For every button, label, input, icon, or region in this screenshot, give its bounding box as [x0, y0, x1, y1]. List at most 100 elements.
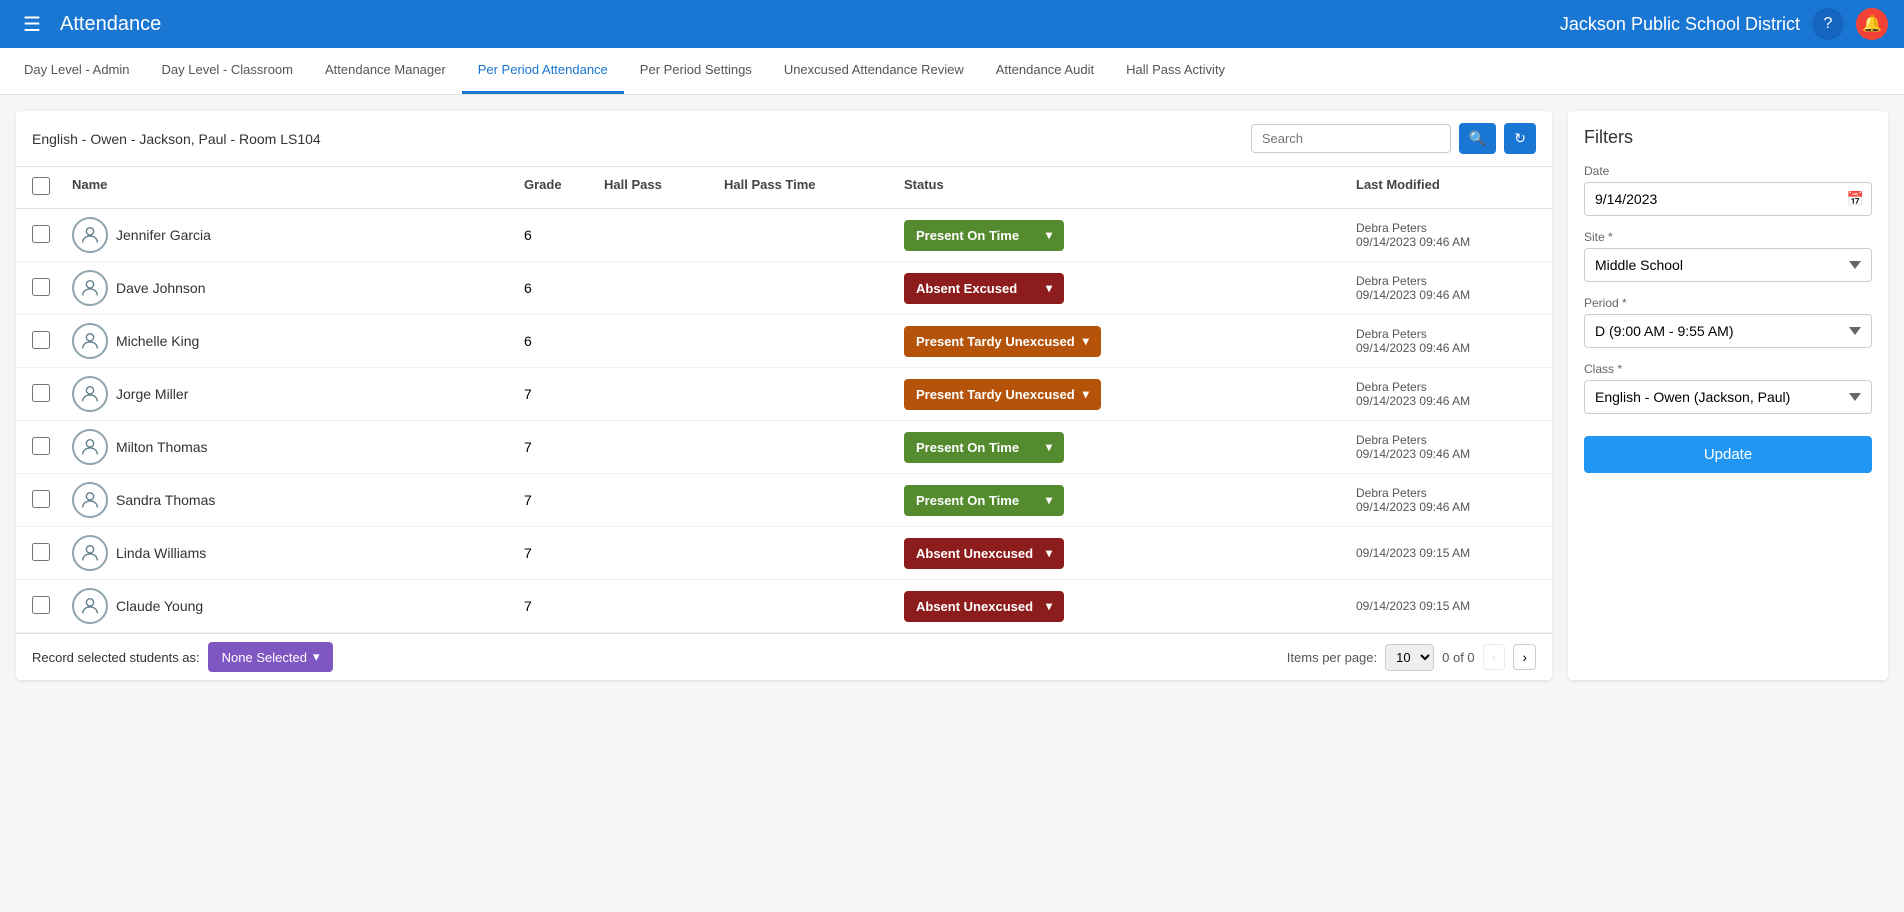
last-modified-by: Debra Peters [1356, 327, 1536, 341]
items-per-page-select[interactable]: 10 25 50 [1385, 644, 1434, 671]
row-checkbox-cell [32, 490, 72, 511]
last-modified-date: 09/14/2023 09:46 AM [1356, 235, 1536, 249]
avatar [72, 323, 108, 359]
items-per-page-label: Items per page: [1287, 650, 1377, 665]
status-button[interactable]: Present Tardy Unexcused ▾ [904, 379, 1101, 410]
last-modified-by: Debra Peters [1356, 221, 1536, 235]
tab-unexcused-attendance-review[interactable]: Unexcused Attendance Review [768, 48, 980, 94]
student-cell: Milton Thomas [72, 429, 524, 465]
calendar-icon: 📅 [1847, 191, 1864, 208]
last-modified-cell: 09/14/2023 09:15 AM [1356, 599, 1536, 613]
tab-per-period-attendance[interactable]: Per Period Attendance [462, 48, 624, 94]
status-button[interactable]: Present On Time ▾ [904, 432, 1064, 463]
filter-class-group: Class * English - Owen (Jackson, Paul) [1584, 362, 1872, 414]
row-checkbox[interactable] [32, 437, 50, 455]
status-button[interactable]: Absent Unexcused ▾ [904, 591, 1064, 622]
student-name: Claude Young [116, 598, 203, 614]
search-input[interactable] [1251, 124, 1451, 153]
student-name: Sandra Thomas [116, 492, 215, 508]
top-bar: ☰ Attendance Jackson Public School Distr… [0, 0, 1904, 48]
grade-cell: 7 [524, 386, 604, 402]
tab-day-level-classroom[interactable]: Day Level - Classroom [146, 48, 310, 94]
status-cell: Present Tardy Unexcused ▾ [904, 326, 1356, 357]
row-checkbox[interactable] [32, 278, 50, 296]
status-button[interactable]: Absent Unexcused ▾ [904, 538, 1064, 569]
last-modified-by: Debra Peters [1356, 433, 1536, 447]
table-row: Dave Johnson 6 Absent Excused ▾ Debra Pe… [16, 262, 1552, 315]
status-dropdown-icon: ▾ [1083, 387, 1089, 401]
update-button[interactable]: Update [1584, 436, 1872, 473]
last-modified-date: 09/14/2023 09:15 AM [1356, 599, 1536, 613]
prev-page-button[interactable]: ‹ [1483, 644, 1506, 670]
grade-cell: 6 [524, 280, 604, 296]
student-cell: Jennifer Garcia [72, 217, 524, 253]
last-modified-by: Debra Peters [1356, 380, 1536, 394]
status-cell: Absent Excused ▾ [904, 273, 1356, 304]
filter-site-label: Site * [1584, 230, 1872, 244]
table-row: Jennifer Garcia 6 Present On Time ▾ Debr… [16, 209, 1552, 262]
notification-button[interactable]: 🔔 [1856, 8, 1888, 40]
school-district-label: Jackson Public School District [1560, 14, 1800, 35]
hamburger-menu-button[interactable]: ☰ [16, 8, 48, 40]
help-button[interactable]: ? [1812, 8, 1844, 40]
row-checkbox-cell [32, 278, 72, 299]
avatar [72, 270, 108, 306]
row-checkbox[interactable] [32, 225, 50, 243]
grade-cell: 6 [524, 333, 604, 349]
filter-period-select[interactable]: D (9:00 AM - 9:55 AM) [1584, 314, 1872, 348]
select-all-checkbox[interactable] [32, 177, 50, 195]
filter-date-group: Date 📅 [1584, 164, 1872, 216]
search-icon: 🔍 [1469, 130, 1486, 146]
last-modified-cell: Debra Peters 09/14/2023 09:46 AM [1356, 327, 1536, 355]
app-title: Attendance [60, 13, 161, 36]
status-dropdown-icon: ▾ [1083, 334, 1089, 348]
status-button[interactable]: Present On Time ▾ [904, 220, 1064, 251]
next-page-button[interactable]: › [1513, 644, 1536, 670]
status-dropdown-icon: ▾ [1046, 546, 1052, 560]
page-info: 0 of 0 [1442, 650, 1475, 665]
main-content: English - Owen - Jackson, Paul - Room LS… [0, 95, 1904, 696]
table-header: Name Grade Hall Pass Hall Pass Time Stat… [16, 167, 1552, 209]
row-checkbox[interactable] [32, 490, 50, 508]
refresh-button[interactable]: ↻ [1504, 123, 1536, 154]
tab-hall-pass-activity[interactable]: Hall Pass Activity [1110, 48, 1241, 94]
row-checkbox[interactable] [32, 543, 50, 561]
search-button[interactable]: 🔍 [1459, 123, 1496, 154]
status-button[interactable]: Absent Excused ▾ [904, 273, 1064, 304]
filter-class-select[interactable]: English - Owen (Jackson, Paul) [1584, 380, 1872, 414]
row-checkbox-cell [32, 225, 72, 246]
filter-date-input[interactable] [1584, 182, 1872, 216]
tab-day-level-admin[interactable]: Day Level - Admin [8, 48, 146, 94]
student-cell: Michelle King [72, 323, 524, 359]
header-hall-pass: Hall Pass [604, 177, 724, 198]
grade-cell: 7 [524, 439, 604, 455]
table-row: Jorge Miller 7 Present Tardy Unexcused ▾… [16, 368, 1552, 421]
status-button[interactable]: Present On Time ▾ [904, 485, 1064, 516]
tab-attendance-audit[interactable]: Attendance Audit [980, 48, 1110, 94]
status-cell: Present Tardy Unexcused ▾ [904, 379, 1356, 410]
row-checkbox[interactable] [32, 331, 50, 349]
grade-cell: 7 [524, 598, 604, 614]
student-cell: Jorge Miller [72, 376, 524, 412]
row-checkbox[interactable] [32, 596, 50, 614]
filters-title: Filters [1584, 127, 1872, 148]
none-selected-button[interactable]: None Selected ▾ [208, 642, 334, 672]
status-dropdown-icon: ▾ [1046, 281, 1052, 295]
tab-attendance-manager[interactable]: Attendance Manager [309, 48, 462, 94]
tab-per-period-settings[interactable]: Per Period Settings [624, 48, 768, 94]
none-selected-label: None Selected [222, 650, 307, 665]
filter-date-label: Date [1584, 164, 1872, 178]
avatar [72, 535, 108, 571]
row-checkbox[interactable] [32, 384, 50, 402]
status-label: Present Tardy Unexcused [916, 387, 1075, 402]
filter-period-group: Period * D (9:00 AM - 9:55 AM) [1584, 296, 1872, 348]
notification-icon: 🔔 [1862, 14, 1882, 34]
avatar [72, 588, 108, 624]
student-cell: Linda Williams [72, 535, 524, 571]
status-button[interactable]: Present Tardy Unexcused ▾ [904, 326, 1101, 357]
status-label: Present On Time [916, 493, 1019, 508]
filter-period-label: Period * [1584, 296, 1872, 310]
status-label: Absent Excused [916, 281, 1017, 296]
refresh-icon: ↻ [1514, 130, 1526, 146]
filter-site-select[interactable]: Middle School [1584, 248, 1872, 282]
